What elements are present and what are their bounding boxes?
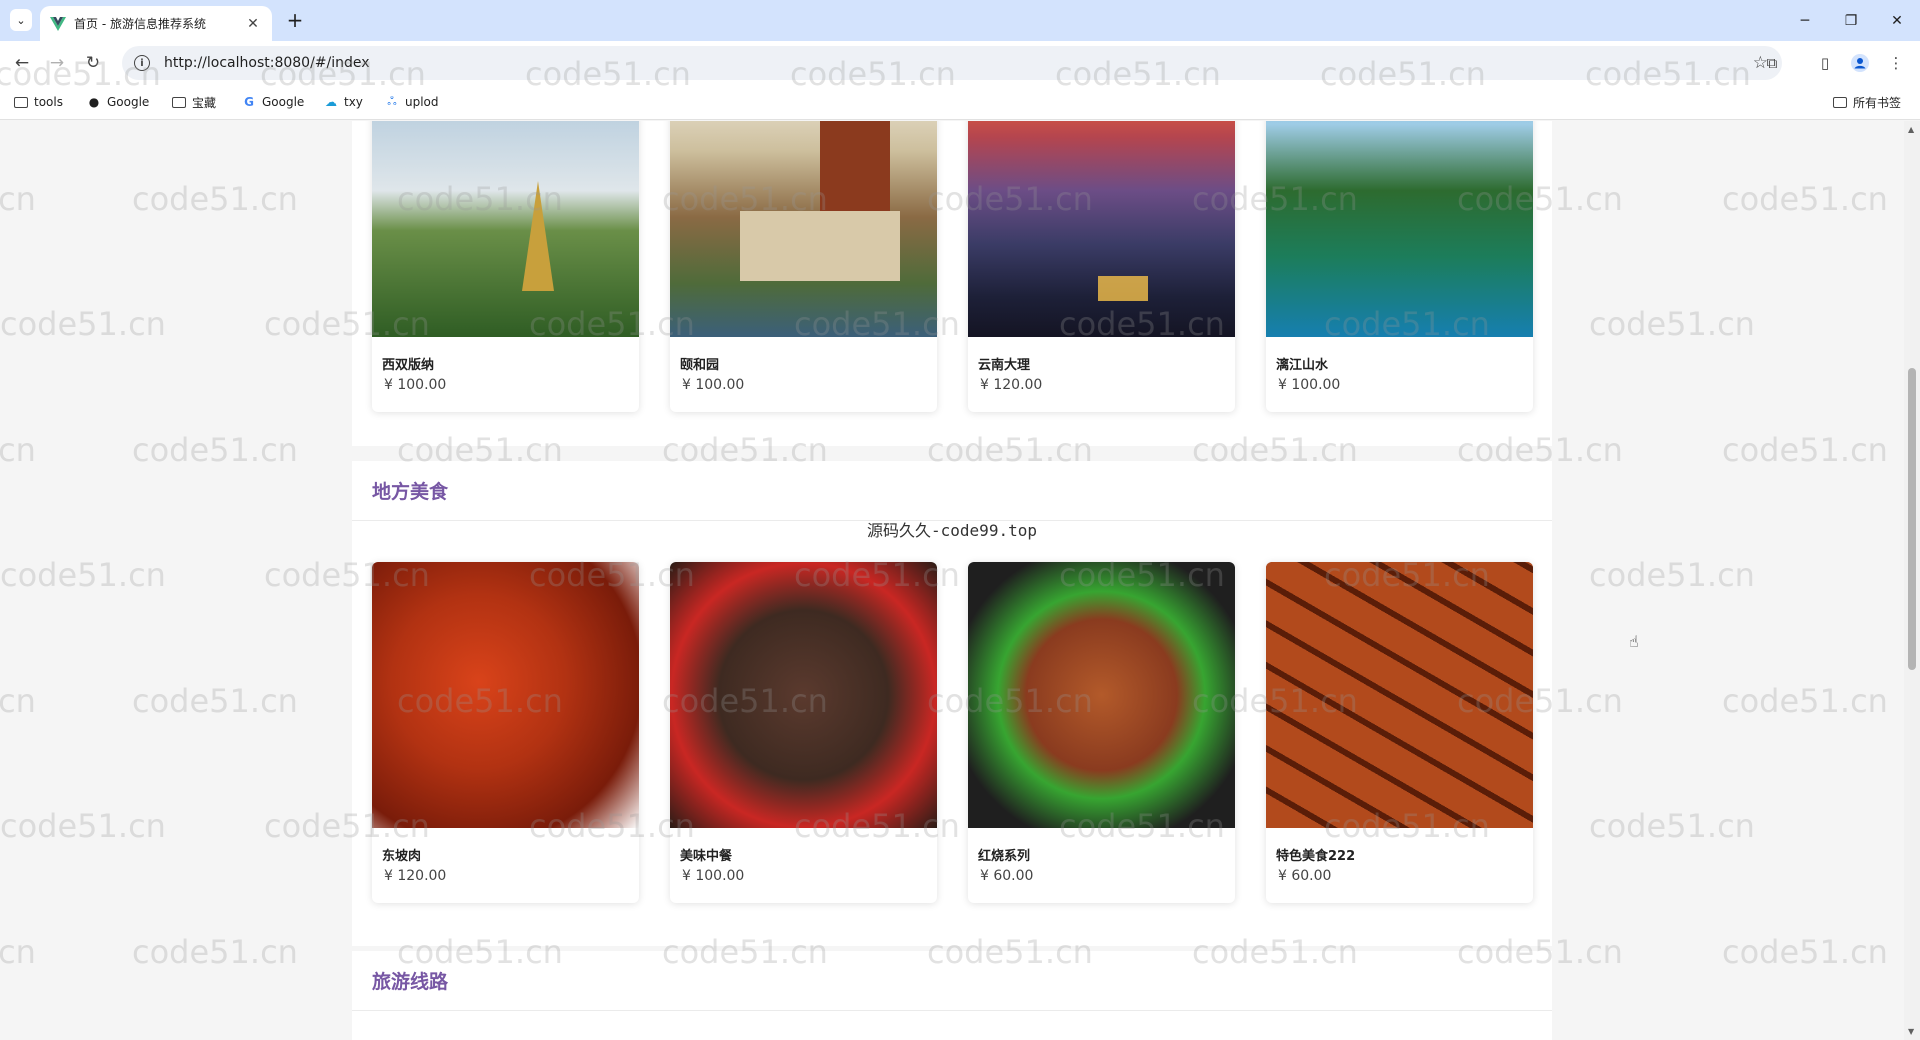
chevron-down-icon: ⌄ bbox=[16, 13, 26, 27]
address-bar[interactable]: i http://localhost:8080/#/index ☆ bbox=[122, 46, 1782, 80]
tab-search-button[interactable]: ⌄ bbox=[10, 9, 32, 31]
folder-icon bbox=[172, 96, 186, 108]
food-card[interactable]: 特色美食222 ¥ 60.00 bbox=[1266, 562, 1533, 903]
url-text: http://localhost:8080/#/index bbox=[164, 55, 370, 71]
food-card[interactable]: 红烧系列 ¥ 60.00 bbox=[968, 562, 1235, 903]
bookmark-google-2[interactable]: G Google bbox=[242, 92, 304, 112]
attractions-section: 西双版纳 ¥ 100.00 颐和园 ¥ 100.00 云南大理 ¥ 120.00 bbox=[352, 121, 1552, 446]
bookmark-label: 宝藏 bbox=[192, 95, 217, 110]
card-price: ¥ 100.00 bbox=[682, 377, 745, 393]
side-panel-icon[interactable]: ▯ bbox=[1812, 50, 1838, 76]
bookmark-treasure[interactable]: 宝藏 bbox=[172, 92, 216, 112]
food-card[interactable]: 东坡肉 ¥ 120.00 bbox=[372, 562, 639, 903]
forward-arrow-icon[interactable]: → bbox=[43, 49, 71, 77]
info-icon[interactable]: i bbox=[134, 55, 150, 71]
card-name: 东坡肉 bbox=[382, 849, 422, 864]
tab-strip: ⌄ 首页 - 旅游信息推荐系统 ✕ + ─ ❐ ✕ bbox=[0, 0, 1920, 41]
attraction-card[interactable]: 西双版纳 ¥ 100.00 bbox=[372, 121, 639, 412]
routes-section: 旅游线路 bbox=[352, 951, 1552, 1040]
all-bookmarks[interactable]: 所有书签 bbox=[1833, 92, 1901, 112]
card-name: 西双版纳 bbox=[382, 358, 435, 373]
extensions-icon[interactable]: ⧉ bbox=[1759, 50, 1785, 76]
reload-icon[interactable]: ↻ bbox=[79, 49, 107, 77]
close-window-icon[interactable]: ✕ bbox=[1874, 0, 1920, 41]
bookmark-tools[interactable]: tools bbox=[14, 92, 63, 112]
attraction-image bbox=[1266, 121, 1533, 337]
bookmark-google-1[interactable]: ● Google bbox=[87, 92, 150, 112]
folder-icon bbox=[1833, 96, 1847, 108]
food-image bbox=[372, 562, 639, 828]
bookmark-txy[interactable]: ☁ txy bbox=[324, 92, 363, 112]
all-bookmarks-label: 所有书签 bbox=[1853, 95, 1902, 110]
active-tab[interactable]: 首页 - 旅游信息推荐系统 ✕ bbox=[40, 6, 272, 41]
section-header: 地方美食 bbox=[352, 461, 1552, 521]
attraction-card[interactable]: 漓江山水 ¥ 100.00 bbox=[1266, 121, 1533, 412]
bookmark-uplod[interactable]: ஃ uplod bbox=[385, 92, 439, 112]
browser-toolbar: ← → ↻ i http://localhost:8080/#/index ☆ … bbox=[0, 41, 1920, 84]
profile-icon[interactable] bbox=[1847, 50, 1873, 76]
attraction-image bbox=[968, 121, 1235, 337]
section-title: 地方美食 bbox=[372, 481, 449, 503]
cloud-icon: ☁ bbox=[325, 95, 337, 109]
hand-cursor-icon: ☝ bbox=[1629, 632, 1639, 651]
section-header: 旅游线路 bbox=[352, 951, 1552, 1011]
attraction-card[interactable]: 云南大理 ¥ 120.00 bbox=[968, 121, 1235, 412]
attraction-card[interactable]: 颐和园 ¥ 100.00 bbox=[670, 121, 937, 412]
bookmark-label: tools bbox=[34, 95, 63, 109]
minimize-icon[interactable]: ─ bbox=[1782, 0, 1828, 41]
card-name: 颐和园 bbox=[680, 358, 720, 373]
attraction-image bbox=[670, 121, 937, 337]
back-arrow-icon[interactable]: ← bbox=[8, 49, 36, 77]
google-icon: G bbox=[244, 95, 254, 109]
card-name: 漓江山水 bbox=[1276, 358, 1329, 373]
overlay-note: 源码久久-code99.top bbox=[867, 521, 1037, 540]
restore-icon[interactable]: ❐ bbox=[1828, 0, 1874, 41]
bookmarks-bar: tools ● Google 宝藏 G Google ☁ txy ஃ uplod… bbox=[0, 84, 1920, 120]
page-viewport: 西双版纳 ¥ 100.00 颐和园 ¥ 100.00 云南大理 ¥ 120.00 bbox=[0, 121, 1904, 1040]
card-name: 云南大理 bbox=[978, 358, 1031, 373]
people-icon: ஃ bbox=[387, 94, 397, 108]
window-controls: ─ ❐ ✕ bbox=[1782, 0, 1920, 41]
food-card[interactable]: 美味中餐 ¥ 100.00 bbox=[670, 562, 937, 903]
card-name: 特色美食222 bbox=[1276, 849, 1356, 864]
bookmark-label: txy bbox=[344, 95, 363, 109]
card-name: 美味中餐 bbox=[680, 849, 733, 864]
bookmark-label: Google bbox=[262, 95, 305, 109]
card-name: 红烧系列 bbox=[978, 849, 1031, 864]
card-price: ¥ 120.00 bbox=[980, 377, 1043, 393]
food-grid: 东坡肉 ¥ 120.00 美味中餐 ¥ 100.00 红烧系列 ¥ 60.00 … bbox=[372, 562, 1533, 903]
more-menu-icon[interactable]: ⋮ bbox=[1883, 50, 1909, 76]
tab-title: 首页 - 旅游信息推荐系统 bbox=[74, 17, 206, 31]
food-image bbox=[1266, 562, 1533, 828]
food-image bbox=[968, 562, 1235, 828]
new-tab-button[interactable]: + bbox=[282, 8, 308, 34]
card-price: ¥ 60.00 bbox=[980, 868, 1034, 884]
scroll-down-icon[interactable]: ▼ bbox=[1908, 1027, 1914, 1036]
card-price: ¥ 120.00 bbox=[384, 868, 447, 884]
page-scrollbar[interactable]: ▲ ▼ bbox=[1904, 121, 1920, 1040]
scroll-up-icon[interactable]: ▲ bbox=[1908, 125, 1914, 134]
folder-icon bbox=[14, 96, 28, 108]
scroll-thumb[interactable] bbox=[1908, 368, 1916, 670]
card-price: ¥ 100.00 bbox=[682, 868, 745, 884]
close-icon[interactable]: ✕ bbox=[244, 16, 262, 32]
vue-logo-icon bbox=[50, 16, 66, 31]
card-price: ¥ 100.00 bbox=[1278, 377, 1341, 393]
attraction-image bbox=[372, 121, 639, 337]
bookmark-label: uplod bbox=[405, 95, 439, 109]
attractions-grid: 西双版纳 ¥ 100.00 颐和园 ¥ 100.00 云南大理 ¥ 120.00 bbox=[372, 121, 1533, 412]
section-title: 旅游线路 bbox=[372, 971, 449, 993]
card-price: ¥ 60.00 bbox=[1278, 868, 1332, 884]
card-price: ¥ 100.00 bbox=[384, 377, 447, 393]
food-image bbox=[670, 562, 937, 828]
github-icon: ● bbox=[88, 95, 100, 109]
bookmark-label: Google bbox=[107, 95, 150, 109]
